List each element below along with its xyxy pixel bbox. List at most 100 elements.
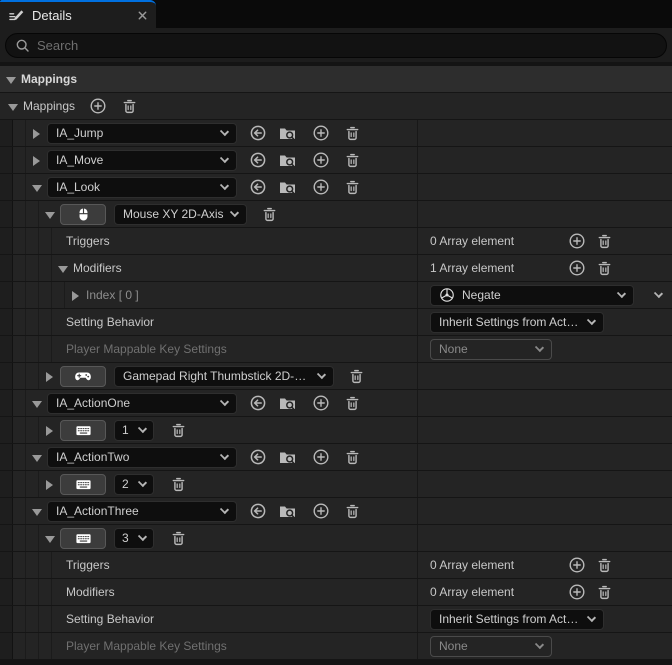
action-asset-dropdown[interactable]: IA_Look (47, 177, 237, 198)
mouse-device-button[interactable] (60, 204, 106, 225)
key-dropdown[interactable]: 1 (114, 420, 154, 441)
key-dropdown[interactable]: Gamepad Right Thumbstick 2D-Axis (114, 366, 334, 387)
category-label: Mappings (21, 72, 77, 86)
chevron-right-icon[interactable] (45, 480, 54, 489)
action-asset-dropdown[interactable]: IA_Jump (47, 123, 237, 144)
keyboard-icon (75, 530, 92, 547)
category-row-mappings[interactable]: Mappings (0, 66, 672, 93)
keyboard-device-button[interactable] (60, 528, 106, 549)
value-column: Negate (417, 282, 672, 308)
chevron-down-icon[interactable] (32, 453, 41, 462)
search-input[interactable] (37, 38, 657, 53)
value-column: None (417, 633, 672, 659)
property-row-player-mappable-key-settings: Player Mappable Key Settings None (0, 336, 672, 363)
add-element-icon[interactable] (312, 502, 330, 520)
value-column: 0 Array element (417, 228, 672, 254)
browse-to-asset-icon[interactable] (278, 394, 297, 412)
gamepad-device-button[interactable] (60, 366, 106, 387)
tab-details[interactable]: Details (0, 0, 156, 28)
chevron-down-icon (535, 639, 544, 648)
use-selected-asset-icon[interactable] (249, 178, 267, 196)
chevron-down-icon (535, 342, 544, 351)
action-asset-dropdown[interactable]: IA_ActionOne (47, 393, 237, 414)
add-element-icon[interactable] (568, 232, 586, 250)
property-rows: Mappings Mappings IA_Jump (0, 66, 672, 665)
chevron-down-icon[interactable] (58, 264, 67, 273)
chevron-right-icon[interactable] (32, 156, 41, 165)
use-selected-asset-icon[interactable] (249, 448, 267, 466)
chevron-down-icon[interactable] (45, 210, 54, 219)
browse-to-asset-icon[interactable] (278, 178, 297, 196)
add-element-icon[interactable] (568, 556, 586, 574)
chevron-right-icon[interactable] (71, 291, 80, 300)
chevron-down-icon (220, 126, 229, 135)
add-element-icon[interactable] (312, 178, 330, 196)
negate-wheel-icon (439, 287, 455, 303)
delete-icon[interactable] (344, 152, 361, 169)
chevron-down-icon[interactable] (32, 183, 41, 192)
delete-icon[interactable] (596, 584, 613, 601)
player-mappable-key-settings-dropdown[interactable]: None (430, 339, 552, 360)
chevron-right-icon[interactable] (32, 129, 41, 138)
setting-behavior-dropdown[interactable]: Inherit Settings from Action (430, 312, 604, 333)
keyboard-device-button[interactable] (60, 420, 106, 441)
browse-to-asset-icon[interactable] (278, 124, 297, 142)
property-label: Modifiers (66, 585, 115, 599)
dropdown-value: Gamepad Right Thumbstick 2D-Axis (123, 369, 311, 383)
chevron-down-icon[interactable] (32, 399, 41, 408)
action-asset-dropdown[interactable]: IA_ActionThree (47, 501, 237, 522)
key-dropdown[interactable]: Mouse XY 2D-Axis (114, 204, 247, 225)
delete-icon[interactable] (344, 125, 361, 142)
key-dropdown[interactable]: 3 (114, 528, 154, 549)
delete-all-icon[interactable] (121, 98, 138, 115)
delete-icon[interactable] (596, 260, 613, 277)
close-icon[interactable] (137, 10, 148, 21)
use-selected-asset-icon[interactable] (249, 124, 267, 142)
chevron-down-icon[interactable] (6, 75, 15, 84)
delete-icon[interactable] (344, 179, 361, 196)
mapping-row-ia-actionthree: IA_ActionThree (0, 498, 672, 525)
use-selected-asset-icon[interactable] (249, 502, 267, 520)
expand-row-chevron-icon[interactable] (654, 288, 663, 297)
delete-icon[interactable] (348, 368, 365, 385)
add-element-icon[interactable] (568, 259, 586, 277)
value-column (417, 174, 672, 200)
add-element-icon[interactable] (312, 151, 330, 169)
use-selected-asset-icon[interactable] (249, 394, 267, 412)
delete-icon[interactable] (344, 449, 361, 466)
delete-icon[interactable] (261, 206, 278, 223)
chevron-down-icon[interactable] (8, 102, 17, 111)
chevron-down-icon (220, 153, 229, 162)
setting-behavior-dropdown[interactable]: Inherit Settings from Action (430, 609, 604, 630)
delete-icon[interactable] (170, 530, 187, 547)
keyboard-device-button[interactable] (60, 474, 106, 495)
search-box[interactable] (5, 33, 667, 58)
key-dropdown[interactable]: 2 (114, 474, 154, 495)
modifier-dropdown[interactable]: Negate (430, 285, 634, 306)
chevron-down-icon[interactable] (32, 507, 41, 516)
chevron-right-icon[interactable] (45, 426, 54, 435)
browse-to-asset-icon[interactable] (278, 502, 297, 520)
delete-icon[interactable] (596, 557, 613, 574)
array-row-mappings[interactable]: Mappings (0, 93, 672, 120)
delete-icon[interactable] (344, 395, 361, 412)
browse-to-asset-icon[interactable] (278, 151, 297, 169)
property-row-setting-behavior: Setting Behavior Inherit Settings from A… (0, 309, 672, 336)
action-asset-dropdown[interactable]: IA_Move (47, 150, 237, 171)
add-element-icon[interactable] (89, 97, 107, 115)
delete-icon[interactable] (170, 422, 187, 439)
add-element-icon[interactable] (312, 394, 330, 412)
browse-to-asset-icon[interactable] (278, 448, 297, 466)
use-selected-asset-icon[interactable] (249, 151, 267, 169)
action-asset-dropdown[interactable]: IA_ActionTwo (47, 447, 237, 468)
add-element-icon[interactable] (312, 448, 330, 466)
add-element-icon[interactable] (312, 124, 330, 142)
delete-icon[interactable] (596, 233, 613, 250)
delete-icon[interactable] (344, 503, 361, 520)
array-count: 0 Array element (430, 558, 558, 572)
chevron-down-icon[interactable] (45, 534, 54, 543)
delete-icon[interactable] (170, 476, 187, 493)
add-element-icon[interactable] (568, 583, 586, 601)
player-mappable-key-settings-dropdown[interactable]: None (430, 636, 552, 657)
chevron-right-icon[interactable] (45, 372, 54, 381)
